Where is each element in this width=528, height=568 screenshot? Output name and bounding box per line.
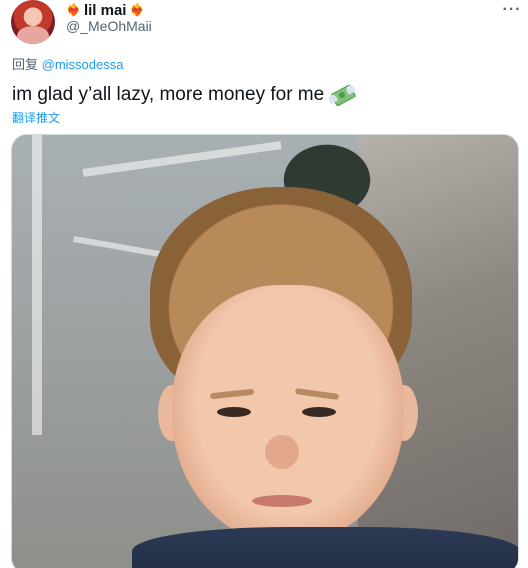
replying-to: 回复 @missodessa	[12, 54, 123, 73]
display-name[interactable]: lil mai	[84, 2, 127, 19]
boy-mouth	[252, 495, 312, 507]
more-icon: ···	[502, 1, 522, 18]
user-handle[interactable]: @_MeOhMaii	[66, 18, 152, 34]
money-with-wings-icon	[327, 81, 357, 108]
boy-eye	[217, 407, 251, 417]
translate-tweet-link[interactable]: 翻译推文	[12, 109, 60, 126]
background-beam	[82, 141, 282, 177]
tweet-text: im glad y’all lazy, more money for me	[12, 84, 325, 105]
wing-shape	[345, 84, 356, 95]
name-row: ❤‍🔥 lil mai ❤‍🔥	[66, 0, 144, 20]
boy-eye	[302, 407, 336, 417]
boy-nose	[265, 435, 299, 469]
tweet-body: im glad y’all lazy, more money for me	[12, 81, 357, 108]
tweet-media-photo[interactable]	[11, 134, 519, 568]
boy-shirt	[132, 527, 518, 568]
avatar[interactable]	[11, 0, 55, 44]
heart-on-fire-icon: ❤‍🔥	[129, 3, 145, 17]
heart-on-fire-icon: ❤‍🔥	[66, 3, 81, 17]
tweet-card: ❤‍🔥 lil mai ❤‍🔥 @_MeOhMaii ··· 回复 @misso…	[0, 0, 528, 568]
more-options-button[interactable]: ···	[502, 0, 522, 20]
wing-shape	[327, 93, 339, 105]
reply-prefix: 回复	[12, 57, 39, 72]
reply-mention-link[interactable]: @missodessa	[42, 57, 124, 72]
background-beam	[32, 135, 42, 435]
